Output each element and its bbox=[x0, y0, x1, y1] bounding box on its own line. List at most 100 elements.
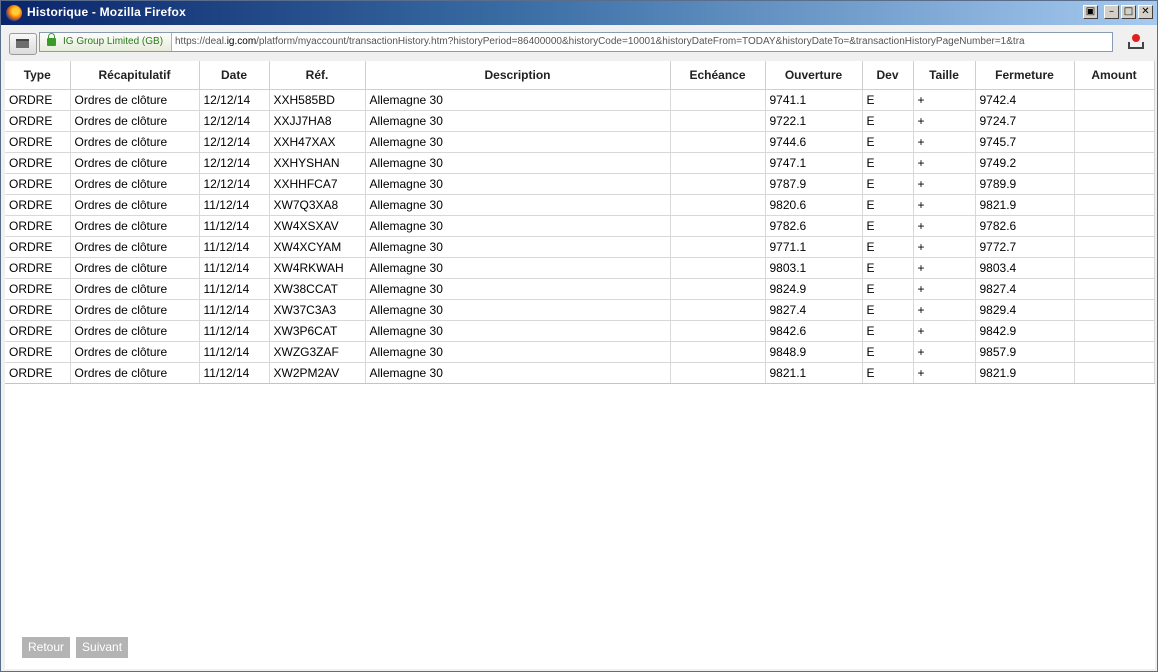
cell-date: 12/12/14 bbox=[199, 110, 270, 132]
cell-taille: + bbox=[913, 236, 976, 258]
cell-taille: + bbox=[913, 320, 976, 342]
cell-amount bbox=[1074, 131, 1155, 153]
window-controls: ▣ – □ ✕ bbox=[1083, 5, 1153, 19]
close-button[interactable]: ✕ bbox=[1138, 5, 1153, 19]
cell-dev: E bbox=[862, 320, 914, 342]
cell-taille: + bbox=[913, 257, 976, 279]
cell-dev: E bbox=[862, 299, 914, 321]
pagination: Retour Suivant bbox=[22, 637, 129, 658]
cell-description: Allemagne 30 bbox=[365, 215, 671, 237]
cell-ouverture: 9842.6 bbox=[765, 320, 863, 342]
cell-description: Allemagne 30 bbox=[365, 257, 671, 279]
cell-date: 11/12/14 bbox=[199, 341, 270, 363]
cell-amount bbox=[1074, 215, 1155, 237]
cell-amount bbox=[1074, 362, 1155, 384]
column-header-dev: Dev bbox=[862, 61, 914, 90]
cell-recapitulatif: Ordres de clôture bbox=[70, 362, 200, 384]
cell-recapitulatif: Ordres de clôture bbox=[70, 278, 200, 300]
cell-recapitulatif: Ordres de clôture bbox=[70, 257, 200, 279]
column-header-amount: Amount bbox=[1074, 61, 1155, 90]
cell-type: ORDRE bbox=[5, 299, 71, 321]
cell-recapitulatif: Ordres de clôture bbox=[70, 110, 200, 132]
cell-date: 11/12/14 bbox=[199, 194, 270, 216]
cell-type: ORDRE bbox=[5, 257, 71, 279]
cell-dev: E bbox=[862, 131, 914, 153]
cell-ouverture: 9821.1 bbox=[765, 362, 863, 384]
cell-type: ORDRE bbox=[5, 236, 71, 258]
cell-ouverture: 9820.6 bbox=[765, 194, 863, 216]
address-bar[interactable]: IG Group Limited (GB) https://deal.ig.co… bbox=[39, 32, 1113, 52]
restore-tab-icon[interactable]: ▣ bbox=[1083, 5, 1098, 19]
cell-date: 11/12/14 bbox=[199, 320, 270, 342]
cell-date: 11/12/14 bbox=[199, 278, 270, 300]
column-header-fermeture: Fermeture bbox=[975, 61, 1075, 90]
cell-echeance bbox=[670, 152, 766, 174]
table-row: ORDRE Ordres de clôture 11/12/14 XW3P6CAT Al… bbox=[5, 320, 1155, 342]
cell-dev: E bbox=[862, 278, 914, 300]
cell-ref: XXHYSHAN bbox=[269, 152, 366, 174]
cell-type: ORDRE bbox=[5, 152, 71, 174]
cell-fermeture: 9803.4 bbox=[975, 257, 1075, 279]
cell-taille: + bbox=[913, 173, 976, 195]
cell-amount bbox=[1074, 299, 1155, 321]
cell-echeance bbox=[670, 173, 766, 195]
cell-date: 12/12/14 bbox=[199, 152, 270, 174]
url-text[interactable]: https://deal.ig.com/platform/myaccount/t… bbox=[175, 36, 1110, 47]
title-bar: Historique - Mozilla Firefox ▣ – □ ✕ bbox=[1, 1, 1157, 25]
cell-ref: XW4XSXAV bbox=[269, 215, 366, 237]
cell-type: ORDRE bbox=[5, 173, 71, 195]
cell-ref: XXH47XAX bbox=[269, 131, 366, 153]
previous-page-button[interactable]: Retour bbox=[22, 637, 71, 658]
table-row: ORDRE Ordres de clôture 12/12/14 XXH585BD Al… bbox=[5, 89, 1155, 111]
cell-ref: XW4XCYAM bbox=[269, 236, 366, 258]
cell-echeance bbox=[670, 131, 766, 153]
cell-description: Allemagne 30 bbox=[365, 89, 671, 111]
lock-icon bbox=[47, 33, 56, 46]
table-row: ORDRE Ordres de clôture 11/12/14 XW4RKWAH Al… bbox=[5, 257, 1155, 279]
table-row: ORDRE Ordres de clôture 12/12/14 XXJJ7HA8 Al… bbox=[5, 110, 1155, 132]
window-title: Historique - Mozilla Firefox bbox=[27, 5, 186, 19]
cell-amount bbox=[1074, 152, 1155, 174]
table-row: ORDRE Ordres de clôture 11/12/14 XW2PM2AV Al… bbox=[5, 362, 1155, 384]
site-identity-label: IG Group Limited (GB) bbox=[63, 36, 164, 47]
cell-description: Allemagne 30 bbox=[365, 278, 671, 300]
page-content: Type Récapitulatif Date Réf. Description Eché… bbox=[5, 61, 1155, 669]
cell-echeance bbox=[670, 194, 766, 216]
cell-ref: XXH585BD bbox=[269, 89, 366, 111]
cell-dev: E bbox=[862, 236, 914, 258]
maximize-button[interactable]: □ bbox=[1121, 5, 1136, 19]
column-header-echeance: Echéance bbox=[670, 61, 766, 90]
cell-recapitulatif: Ordres de clôture bbox=[70, 173, 200, 195]
cell-echeance bbox=[670, 341, 766, 363]
cell-amount bbox=[1074, 89, 1155, 111]
cell-type: ORDRE bbox=[5, 131, 71, 153]
cell-amount bbox=[1074, 194, 1155, 216]
site-identity-badge[interactable]: IG Group Limited (GB) bbox=[40, 33, 172, 51]
cell-amount bbox=[1074, 278, 1155, 300]
cell-recapitulatif: Ordres de clôture bbox=[70, 194, 200, 216]
tab-groups-icon[interactable] bbox=[9, 33, 37, 55]
cell-recapitulatif: Ordres de clôture bbox=[70, 320, 200, 342]
minimize-button[interactable]: – bbox=[1104, 5, 1119, 19]
cell-date: 11/12/14 bbox=[199, 299, 270, 321]
navigation-bar: IG Group Limited (GB) https://deal.ig.co… bbox=[1, 29, 1157, 57]
cell-echeance bbox=[670, 362, 766, 384]
cell-description: Allemagne 30 bbox=[365, 194, 671, 216]
cell-taille: + bbox=[913, 194, 976, 216]
table-row: ORDRE Ordres de clôture 11/12/14 XW38CCAT Al… bbox=[5, 278, 1155, 300]
cell-fermeture: 9724.7 bbox=[975, 110, 1075, 132]
cell-recapitulatif: Ordres de clôture bbox=[70, 89, 200, 111]
next-page-button[interactable]: Suivant bbox=[76, 637, 129, 658]
cell-dev: E bbox=[862, 362, 914, 384]
column-header-ouverture: Ouverture bbox=[765, 61, 863, 90]
cell-description: Allemagne 30 bbox=[365, 299, 671, 321]
cell-ref: XXJJ7HA8 bbox=[269, 110, 366, 132]
cell-date: 11/12/14 bbox=[199, 257, 270, 279]
cell-amount bbox=[1074, 341, 1155, 363]
cell-fermeture: 9742.4 bbox=[975, 89, 1075, 111]
cell-date: 12/12/14 bbox=[199, 131, 270, 153]
cell-fermeture: 9827.4 bbox=[975, 278, 1075, 300]
addon-bell-icon[interactable] bbox=[1127, 33, 1145, 51]
cell-amount bbox=[1074, 236, 1155, 258]
cell-dev: E bbox=[862, 215, 914, 237]
